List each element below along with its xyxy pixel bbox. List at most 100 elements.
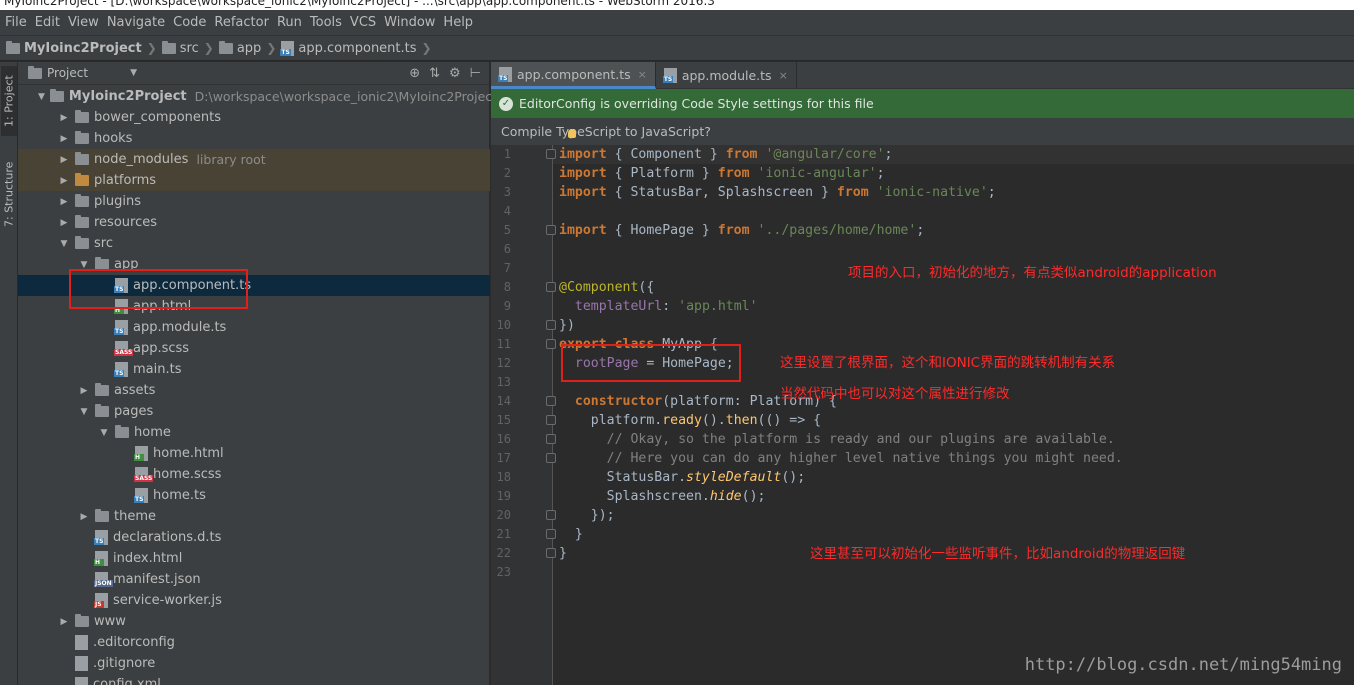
tree-item-label: assets bbox=[114, 383, 156, 398]
tree-folder[interactable]: ▼ src bbox=[18, 233, 490, 254]
tree-file[interactable]: config.xml bbox=[18, 674, 490, 685]
menu-view[interactable]: View bbox=[65, 15, 104, 30]
breadcrumb-app[interactable]: app bbox=[218, 40, 261, 56]
tree-item-label: home.html bbox=[153, 446, 224, 461]
collapsed-arrow-icon[interactable]: ▶ bbox=[58, 617, 70, 627]
close-icon[interactable]: × bbox=[638, 68, 647, 81]
highlight-box-app-component bbox=[69, 269, 248, 309]
line-number: 3 bbox=[503, 185, 511, 199]
tree-file[interactable]: SASS app.scss bbox=[18, 338, 490, 359]
line-number: 11 bbox=[496, 337, 511, 351]
tree-folder[interactable]: ▶ www bbox=[18, 611, 490, 632]
collapsed-arrow-icon[interactable]: ▶ bbox=[78, 512, 90, 522]
expanded-arrow-icon[interactable]: ▼ bbox=[78, 407, 90, 417]
tree-folder[interactable]: ▶ bower_components bbox=[18, 107, 490, 128]
tree-item-label: main.ts bbox=[133, 362, 182, 377]
tree-folder[interactable]: ▶ plugins bbox=[18, 191, 490, 212]
tree-folder[interactable]: ▶ node_modules library root bbox=[18, 149, 490, 170]
collapsed-arrow-icon[interactable]: ▶ bbox=[58, 155, 70, 165]
code-line: @Component({ bbox=[559, 280, 655, 295]
tree-folder[interactable]: ▶ hooks bbox=[18, 128, 490, 149]
expanded-arrow-icon[interactable]: ▼ bbox=[38, 92, 45, 102]
menu-run[interactable]: Run bbox=[274, 15, 307, 30]
code-line: } bbox=[559, 527, 583, 542]
menu-window[interactable]: Window bbox=[381, 15, 440, 30]
hide-panel-icon[interactable]: ⊢ bbox=[470, 66, 481, 81]
tab-app-module[interactable]: TS app.module.ts × bbox=[656, 62, 797, 89]
editor-area: TS app.component.ts × TS app.module.ts ×… bbox=[491, 62, 1354, 685]
tree-file[interactable]: TS app.module.ts bbox=[18, 317, 490, 338]
menu-help[interactable]: Help bbox=[440, 15, 478, 30]
tree-item-label: manifest.json bbox=[113, 572, 201, 587]
tree-file[interactable]: TS declarations.d.ts bbox=[18, 527, 490, 548]
menu-navigate[interactable]: Navigate bbox=[104, 15, 170, 30]
tool-tab-project[interactable]: 1: Project bbox=[1, 66, 17, 136]
tree-file[interactable]: JS service-worker.js bbox=[18, 590, 490, 611]
collapsed-arrow-icon[interactable]: ▶ bbox=[58, 113, 70, 123]
expanded-arrow-icon[interactable]: ▼ bbox=[78, 260, 90, 270]
menu-refactor[interactable]: Refactor bbox=[211, 15, 274, 30]
project-panel-header: Project ▼ ⊕ ⇅ ⚙ ⊢ bbox=[18, 62, 489, 85]
folder-icon bbox=[75, 614, 89, 627]
menu-tools[interactable]: Tools bbox=[307, 15, 347, 30]
menu-vcs[interactable]: VCS bbox=[347, 15, 381, 30]
menu-file[interactable]: File bbox=[2, 15, 32, 30]
tree-item-extra: D:\workspace\workspace_ionic2\MyIoinc2Pr… bbox=[194, 89, 498, 104]
tree-folder[interactable]: ▼ home bbox=[18, 422, 490, 443]
folder-icon bbox=[218, 40, 233, 54]
breadcrumb-src[interactable]: src bbox=[161, 40, 199, 56]
breadcrumb-separator-icon: ❯ bbox=[421, 41, 432, 55]
breadcrumb-file[interactable]: TS app.component.ts bbox=[280, 40, 417, 56]
tree-folder[interactable]: ▶ platforms bbox=[18, 170, 490, 191]
project-view-selector[interactable]: Project bbox=[47, 66, 88, 80]
folder-icon bbox=[49, 89, 64, 102]
breadcrumb-project[interactable]: MyIoinc2Project bbox=[6, 40, 142, 56]
code-line: import { Platform } from 'ionic-angular'… bbox=[559, 166, 885, 181]
close-icon[interactable]: × bbox=[779, 69, 788, 82]
annotation-entry-point: 项目的入口，初始化的地方，有点类似android的application bbox=[848, 265, 1217, 281]
tree-folder[interactable]: ▼ pages bbox=[18, 401, 490, 422]
tree-file[interactable]: Hindex.html bbox=[18, 548, 490, 569]
typescript-file-icon: TS bbox=[662, 68, 677, 83]
line-number: 23 bbox=[496, 565, 511, 579]
code-line: } bbox=[559, 546, 567, 561]
collapsed-arrow-icon[interactable]: ▶ bbox=[78, 386, 90, 396]
tree-file[interactable]: .editorconfig bbox=[18, 632, 490, 653]
menu-code[interactable]: Code bbox=[170, 15, 211, 30]
tree-folder[interactable]: ▶ resources bbox=[18, 212, 490, 233]
tree-file[interactable]: JSON manifest.json bbox=[18, 569, 490, 590]
collapsed-arrow-icon[interactable]: ▶ bbox=[58, 218, 70, 228]
collapsed-arrow-icon[interactable]: ▶ bbox=[58, 176, 70, 186]
tree-file[interactable]: TS main.ts bbox=[18, 359, 490, 380]
compile-typescript-prompt[interactable]: Compile TypeScript to JavaScript? bbox=[491, 118, 1354, 145]
gear-icon[interactable]: ⚙ bbox=[449, 66, 461, 81]
code-editor[interactable]: import { Component } from '@angular/core… bbox=[553, 145, 1354, 685]
tree-item-label: .editorconfig bbox=[93, 635, 175, 650]
code-line: templateUrl: 'app.html' bbox=[574, 299, 758, 314]
scroll-from-source-icon[interactable]: ⊕ bbox=[409, 66, 420, 81]
tree-folder[interactable]: ▶ theme bbox=[18, 506, 490, 527]
lightbulb-icon[interactable] bbox=[568, 129, 576, 138]
tree-file[interactable]: .gitignore bbox=[18, 653, 490, 674]
menu-edit[interactable]: Edit bbox=[32, 15, 65, 30]
typescript-file-icon: TS bbox=[280, 40, 295, 56]
collapsed-arrow-icon[interactable]: ▶ bbox=[58, 197, 70, 207]
file-icon: H bbox=[134, 446, 148, 461]
expanded-arrow-icon[interactable]: ▼ bbox=[58, 239, 70, 249]
collapsed-arrow-icon[interactable]: ▶ bbox=[58, 134, 70, 144]
collapse-all-icon[interactable]: ⇅ bbox=[429, 66, 440, 81]
tree-item-label: .gitignore bbox=[93, 656, 156, 671]
tool-tab-structure[interactable]: 7: Structure bbox=[1, 154, 17, 234]
line-number: 12 bbox=[496, 356, 511, 370]
tree-file[interactable]: Hhome.html bbox=[18, 443, 490, 464]
folder-icon bbox=[95, 509, 109, 522]
dropdown-arrow-icon[interactable]: ▼ bbox=[130, 68, 137, 78]
tree-file[interactable]: SASS home.scss bbox=[18, 464, 490, 485]
tree-folder[interactable]: ▼ MyIoinc2Project D:\workspace\workspace_i… bbox=[18, 86, 497, 107]
file-icon bbox=[75, 635, 88, 650]
expanded-arrow-icon[interactable]: ▼ bbox=[98, 428, 110, 438]
file-icon: TS bbox=[114, 320, 128, 335]
tree-file[interactable]: TS home.ts bbox=[18, 485, 490, 506]
tree-folder[interactable]: ▶ assets bbox=[18, 380, 490, 401]
tab-app-component[interactable]: TS app.component.ts × bbox=[491, 62, 656, 89]
